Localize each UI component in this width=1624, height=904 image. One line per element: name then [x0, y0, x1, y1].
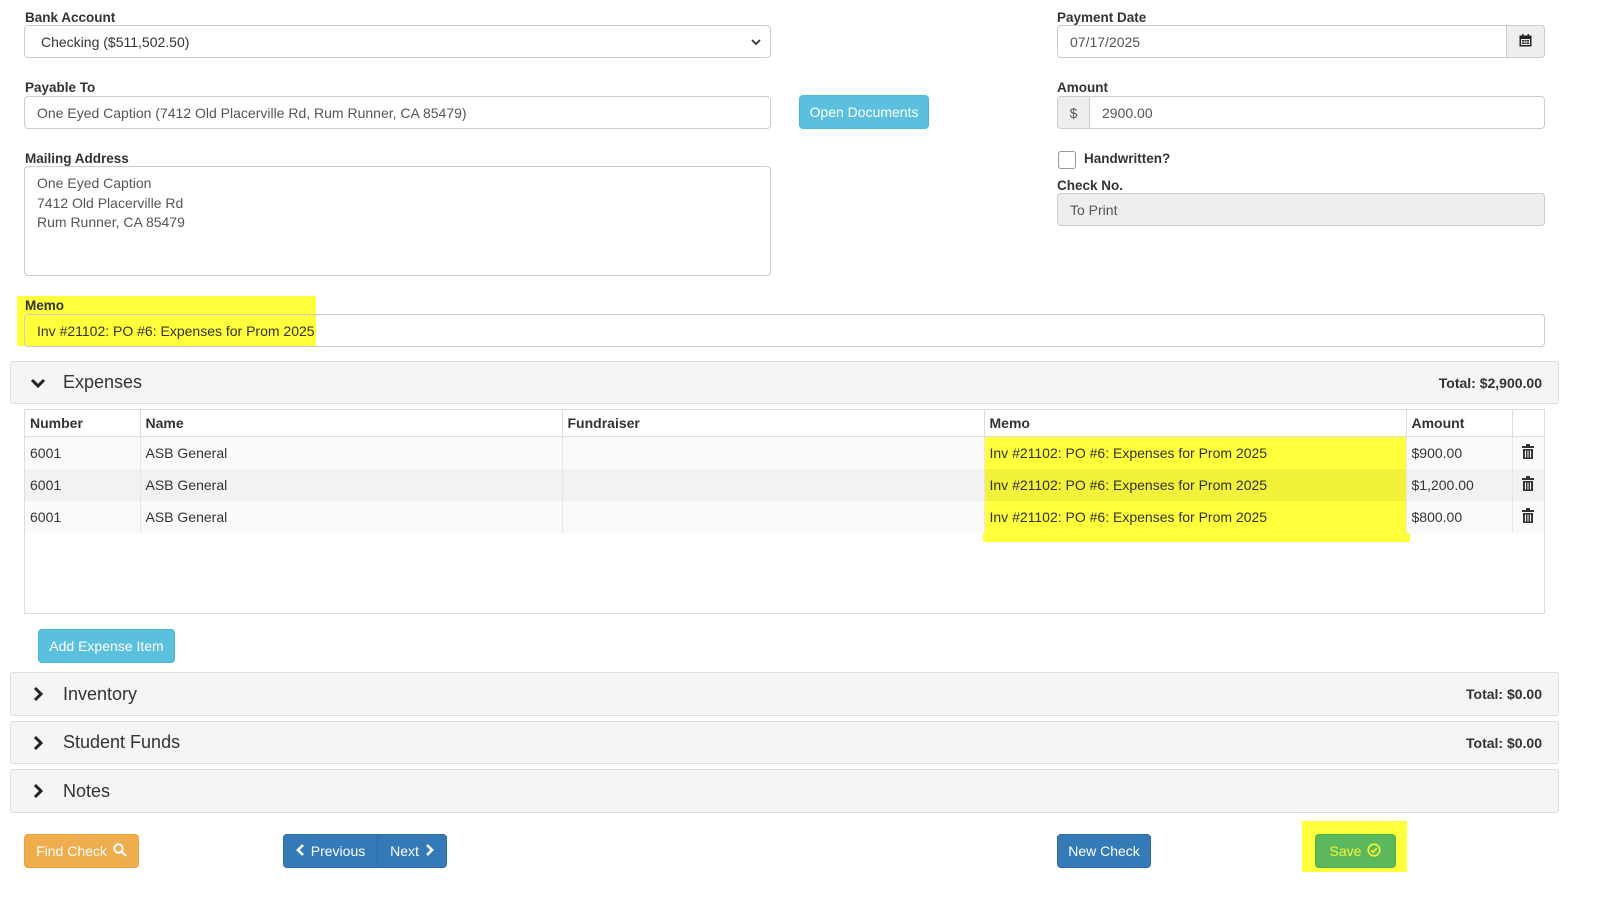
mailing-line-2: 7412 Old Placerville Rd [37, 194, 184, 211]
memo-value: Inv #21102: PO #6: Expenses for Prom 202… [37, 322, 315, 339]
column-number: Number [25, 410, 141, 437]
next-label: Next [390, 843, 419, 859]
find-check-button[interactable]: Find Check [24, 834, 139, 868]
trash-icon [1522, 476, 1535, 494]
search-icon [113, 842, 127, 860]
check-no-input: To Print [1057, 193, 1545, 226]
expenses-table: Number Name Fundraiser Memo Amount 6001 … [25, 410, 1544, 533]
cell-number: 6001 [25, 469, 141, 501]
column-actions [1512, 410, 1544, 437]
student-funds-panel-header[interactable]: Student Funds Total: $0.00 [10, 721, 1559, 764]
new-check-button[interactable]: New Check [1057, 834, 1151, 868]
cell-number: 6001 [25, 501, 141, 533]
student-funds-total: Total: $0.00 [1466, 734, 1542, 751]
column-name: Name [140, 410, 563, 437]
handwritten-label: Handwritten? [1084, 151, 1171, 166]
cell-memo: Inv #21102: PO #6: Expenses for Prom 202… [984, 436, 1407, 469]
trash-icon [1522, 508, 1535, 526]
expenses-total: Total: $2,900.00 [1438, 374, 1542, 391]
cell-fundraiser [562, 501, 985, 533]
check-no-value: To Print [1070, 201, 1118, 218]
mailing-line-3: Rum Runner, CA 85479 [37, 214, 185, 230]
payable-to-value: One Eyed Caption (7412 Old Placerville R… [37, 104, 467, 121]
amount-input[interactable]: 2900.00 [1089, 96, 1545, 129]
mailing-address-textarea[interactable]: One Eyed Caption 7412 Old Placerville Rd… [24, 166, 771, 276]
cell-name: ASB General [140, 469, 563, 501]
notes-title: Notes [63, 780, 111, 801]
chevron-down-icon [750, 35, 762, 51]
chevron-right-icon [425, 843, 434, 859]
check-circle-icon [1367, 842, 1382, 860]
cell-amount: $800.00 [1406, 501, 1513, 533]
handwritten-checkbox[interactable] [1058, 151, 1076, 169]
next-button[interactable]: Next [377, 834, 447, 868]
payment-date-input[interactable]: 07/17/2025 [1057, 25, 1508, 58]
cell-memo: Inv #21102: PO #6: Expenses for Prom 202… [984, 501, 1407, 533]
chevron-down-icon [27, 377, 49, 389]
previous-label: Previous [310, 843, 366, 859]
previous-button[interactable]: Previous [283, 834, 378, 868]
find-check-label: Find Check [36, 843, 107, 859]
memo-label: Memo [25, 298, 65, 313]
chevron-right-icon [27, 783, 49, 799]
chevron-right-icon [27, 686, 49, 702]
payment-date-label: Payment Date [1057, 10, 1147, 25]
calendar-icon [1519, 33, 1532, 50]
chevron-left-icon [295, 843, 305, 859]
save-button[interactable]: Save [1315, 834, 1396, 868]
mailing-line-1: One Eyed Caption [37, 175, 152, 191]
payable-to-input[interactable]: One Eyed Caption (7412 Old Placerville R… [24, 96, 771, 129]
add-expense-item-button[interactable]: Add Expense Item [38, 629, 175, 663]
bank-account-value: Checking ($511,502.50) [41, 33, 190, 50]
delete-row-button[interactable] [1512, 436, 1544, 469]
delete-row-button[interactable] [1512, 501, 1544, 533]
inventory-total: Total: $0.00 [1466, 686, 1542, 702]
save-label: Save [1329, 843, 1362, 859]
column-memo: Memo [984, 410, 1407, 437]
expenses-panel-header[interactable]: Expenses Total: $2,900.00 [10, 361, 1559, 404]
table-row[interactable]: 6001 ASB General Inv #21102: PO #6: Expe… [25, 469, 1544, 501]
student-funds-title: Student Funds [63, 732, 181, 752]
mailing-address-label: Mailing Address [25, 151, 129, 166]
bank-account-select[interactable]: Checking ($511,502.50) [24, 25, 771, 58]
amount-label: Amount [1057, 80, 1108, 95]
notes-panel-header[interactable]: Notes [10, 769, 1559, 813]
bank-account-label: Bank Account [25, 10, 116, 25]
table-header-row: Number Name Fundraiser Memo Amount [25, 410, 1544, 437]
inventory-title: Inventory [63, 683, 138, 704]
dollar-sign: $ [1069, 104, 1078, 121]
inventory-panel-header[interactable]: Inventory Total: $0.00 [10, 672, 1559, 716]
delete-row-button[interactable] [1512, 469, 1544, 501]
amount-value: 2900.00 [1102, 104, 1153, 121]
column-fundraiser: Fundraiser [562, 410, 985, 437]
cell-number: 6001 [25, 436, 141, 469]
payment-date-value: 07/17/2025 [1070, 33, 1141, 50]
cell-amount: $1,200.00 [1406, 469, 1513, 501]
open-documents-button[interactable]: Open Documents [799, 95, 929, 129]
trash-icon [1522, 444, 1535, 462]
cell-name: ASB General [140, 436, 563, 469]
column-amount: Amount [1406, 410, 1513, 437]
expenses-title: Expenses [63, 372, 143, 392]
payable-to-label: Payable To [25, 80, 96, 95]
chevron-right-icon [27, 735, 49, 751]
cell-amount: $900.00 [1406, 436, 1513, 469]
table-row[interactable]: 6001 ASB General Inv #21102: PO #6: Expe… [25, 501, 1544, 533]
table-row[interactable]: 6001 ASB General Inv #21102: PO #6: Expe… [25, 436, 1544, 469]
cell-name: ASB General [140, 501, 563, 533]
amount-prefix: $ [1057, 96, 1090, 129]
calendar-button[interactable] [1506, 25, 1545, 58]
cell-fundraiser [562, 436, 985, 469]
check-no-label: Check No. [1057, 178, 1124, 193]
cell-memo: Inv #21102: PO #6: Expenses for Prom 202… [984, 469, 1407, 501]
cell-fundraiser [562, 469, 985, 501]
memo-input[interactable]: Inv #21102: PO #6: Expenses for Prom 202… [24, 314, 1545, 347]
